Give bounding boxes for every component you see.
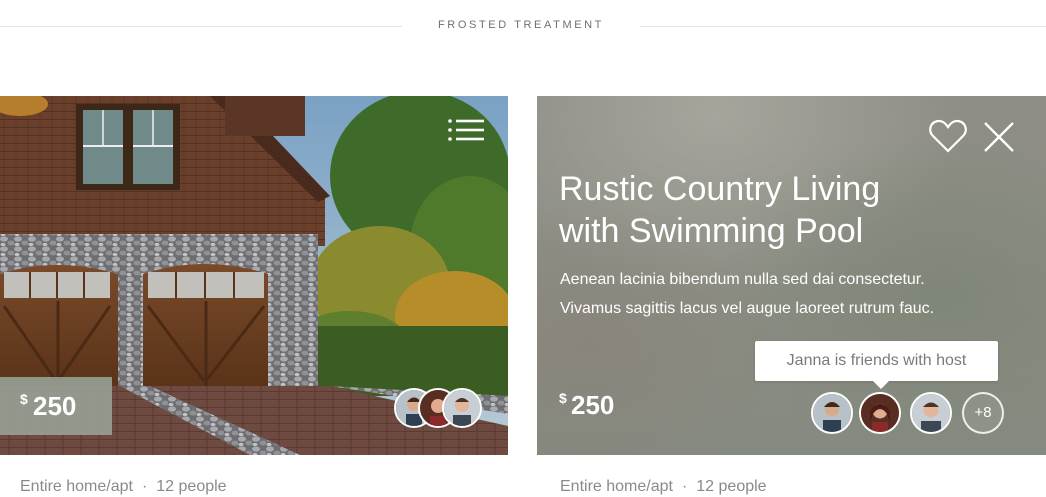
listing-card-frosted[interactable]: Rustic Country Living with Swimming Pool… [537,96,1046,455]
price-currency: $ [20,391,28,407]
menu-icon[interactable] [447,118,485,142]
listing-meta: Entire home/apt · 12 people [560,478,767,496]
friend-tooltip: Janna is friends with host [755,341,998,389]
listing-title-line1: Rustic Country Living [559,170,881,208]
listing-description-line1: Aenean lacinia bibendum nulla sed dai co… [560,271,925,288]
room-type: Entire home/apt [560,478,673,495]
avatar[interactable] [442,388,482,428]
listing-title-line2: with Swimming Pool [559,212,864,250]
avatar-janna[interactable] [859,392,901,434]
price-badge: $ 250 [0,377,112,435]
price-amount: 250 [571,390,615,420]
price-amount: 250 [33,391,77,421]
more-friends-badge[interactable]: +8 [962,392,1004,434]
room-type: Entire home/apt [20,478,133,495]
guest-count: 12 people [696,478,767,495]
avatar[interactable] [811,392,853,434]
listing-description: Aenean lacinia bibendum nulla sed dai co… [560,265,1030,323]
heart-icon[interactable] [929,118,967,154]
close-icon[interactable] [983,121,1015,153]
price-label: $ 250 [559,390,659,426]
price-currency: $ [559,390,567,406]
guest-count: 12 people [156,478,227,495]
section-title: FROSTED TREATMENT [437,19,605,31]
friend-tooltip-text: Janna is friends with host [786,352,967,369]
meta-separator: · [681,478,688,495]
divider-right [640,26,1046,27]
listing-card-photo[interactable]: $ 250 [0,96,508,455]
section-header: FROSTED TREATMENT [0,0,1046,56]
divider-left [0,26,402,27]
listing-meta: Entire home/apt · 12 people [20,478,227,496]
listing-description-line2: Vivamus sagittis lacus vel augue laoreet… [560,300,935,317]
avatar[interactable] [910,392,952,434]
listing-title: Rustic Country Living with Swimming Pool [559,168,979,252]
tooltip-arrow [873,381,889,389]
meta-separator: · [141,478,148,495]
